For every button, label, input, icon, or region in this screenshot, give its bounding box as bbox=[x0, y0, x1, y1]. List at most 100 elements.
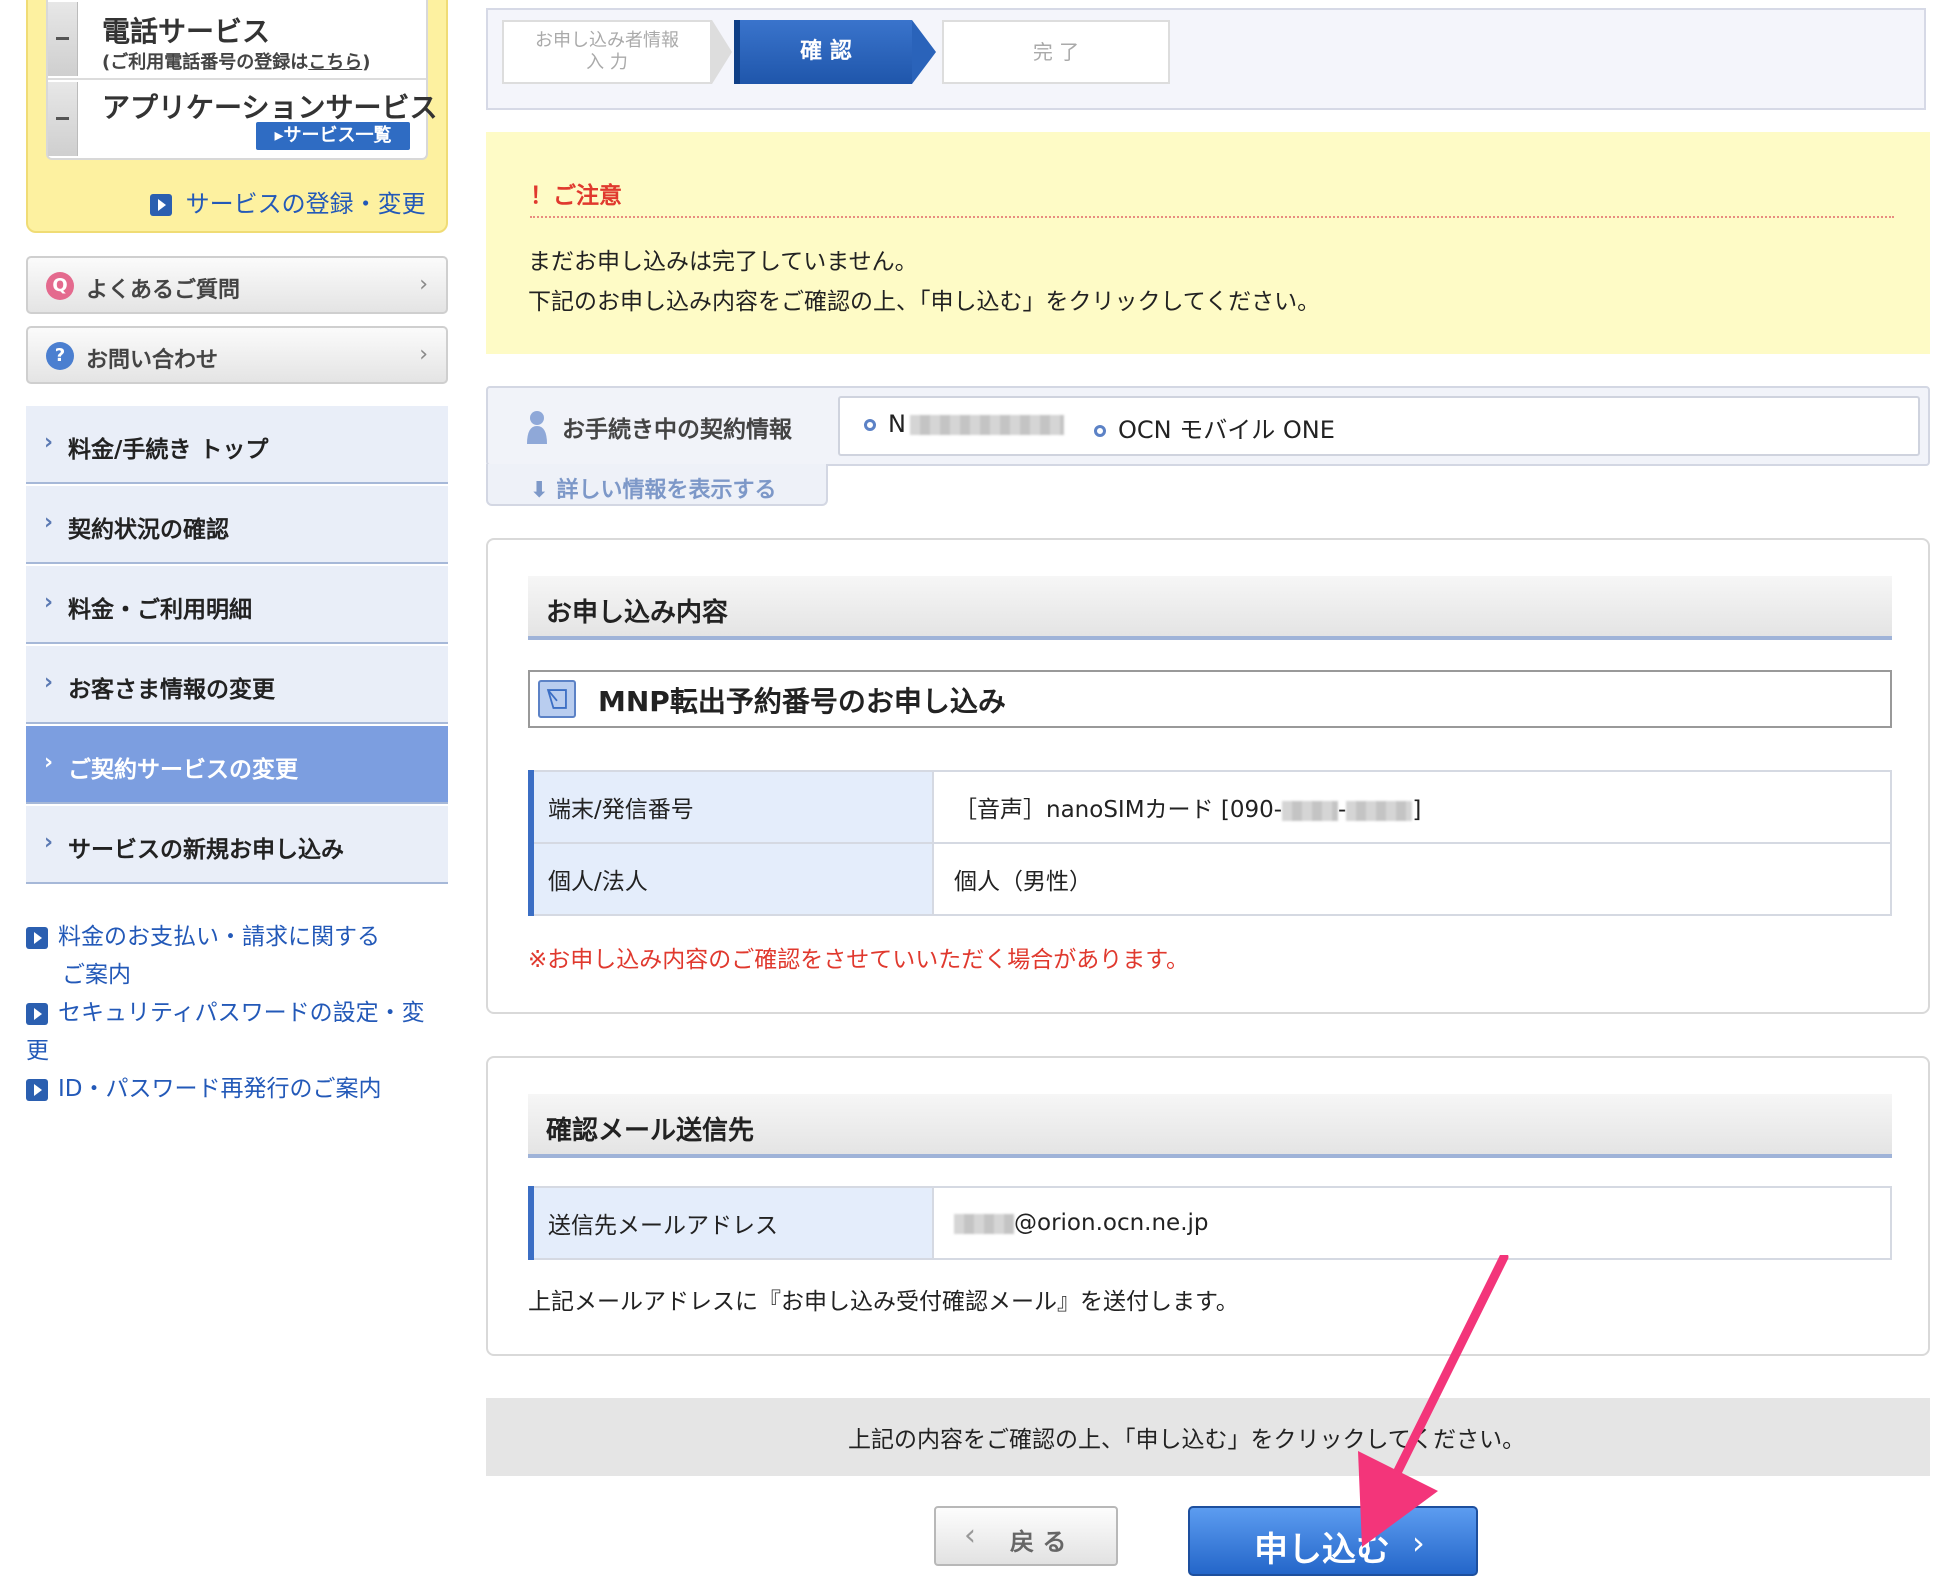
nav-item-label: サービスの新規お申し込み bbox=[68, 837, 344, 863]
contract-id-prefix: N bbox=[888, 410, 906, 438]
redacted-number bbox=[1282, 800, 1339, 821]
step-arrow bbox=[712, 20, 732, 84]
application-heading: お申し込み内容 bbox=[528, 576, 1892, 640]
step-applicant-input: お申し込み者情報 入 力 bbox=[502, 20, 712, 84]
chevron-left-icon: ‹ bbox=[964, 1518, 976, 1553]
phone-service-subtitle-end: ) bbox=[362, 52, 371, 73]
table-label: 端末/発信番号 bbox=[528, 770, 934, 844]
link-text: 更 bbox=[26, 1038, 49, 1064]
link-text: 料金のお支払い・請求に関する bbox=[58, 924, 380, 950]
mail-note: 上記メールアドレスに『お申し込み受付確認メール』を送付します。 bbox=[528, 1289, 1239, 1315]
show-details-link[interactable]: ⬇ 詳しい情報を表示する bbox=[530, 472, 776, 504]
redacted-number bbox=[1346, 800, 1413, 821]
device-number-prefix: ［音声］nanoSIMカード [090- bbox=[954, 797, 1283, 823]
arrow-box-icon bbox=[26, 926, 48, 949]
nav-item-fees-top[interactable]: › 料金/手続き トップ bbox=[26, 406, 448, 484]
nav-item-label: ご契約サービスの変更 bbox=[68, 757, 298, 783]
show-details-label: 詳しい情報を表示する bbox=[556, 478, 777, 503]
step-label: 入 力 bbox=[586, 52, 628, 73]
link-text: ID・パスワード再発行のご案内 bbox=[58, 1076, 382, 1102]
contact-button[interactable]: ? お問い合わせ › bbox=[26, 326, 448, 384]
nav-item-billing-details[interactable]: › 料金・ご利用明細 bbox=[26, 566, 448, 644]
app-service-title: アプリケーションサービス bbox=[102, 91, 438, 124]
app-service-collapse-toggle[interactable] bbox=[48, 82, 78, 156]
arrow-box-icon bbox=[26, 1002, 48, 1025]
security-password-link[interactable]: セキュリティパスワードの設定・変 更 bbox=[26, 994, 425, 1070]
email-domain: @orion.ocn.ne.jp bbox=[1014, 1210, 1209, 1236]
minus-icon bbox=[56, 117, 69, 120]
payment-info-link[interactable]: 料金のお支払い・請求に関する ご案内 bbox=[26, 918, 380, 994]
arrow-box-icon bbox=[150, 194, 172, 216]
question-icon: ? bbox=[46, 342, 74, 370]
step-label: お申し込み者情報 bbox=[535, 30, 679, 51]
nav-item-label: 料金/手続き トップ bbox=[68, 437, 269, 463]
table-row: 送信先メールアドレス @orion.ocn.ne.jp bbox=[528, 1186, 1892, 1260]
table-value: @orion.ocn.ne.jp bbox=[932, 1186, 1892, 1260]
application-table: 端末/発信番号 ［音声］nanoSIMカード [090- -] 個人/法人 個人（… bbox=[528, 770, 1892, 916]
chevron-right-icon: › bbox=[44, 510, 54, 535]
back-button-label: 戻 る bbox=[1010, 1528, 1067, 1556]
contract-plan-name: OCN モバイル ONE bbox=[1118, 416, 1335, 444]
table-label: 個人/法人 bbox=[528, 842, 934, 916]
device-number-separator: - bbox=[1338, 797, 1347, 823]
notice-divider bbox=[530, 216, 1894, 218]
confirmation-warning: ※お申し込み内容のご確認をさせていいただく場合があります。 bbox=[528, 947, 1189, 973]
phone-service-subtitle-text: (ご利用電話番号の登録は bbox=[102, 52, 309, 73]
table-label: 送信先メールアドレス bbox=[528, 1186, 934, 1260]
contract-info-label: お手続き中の契約情報 bbox=[562, 417, 792, 443]
table-row: 個人/法人 個人（男性） bbox=[528, 842, 1892, 916]
mail-heading-text: 確認メール送信先 bbox=[546, 1116, 755, 1146]
notice-line-1: まだお申し込みは完了していません。 bbox=[528, 249, 918, 275]
back-button[interactable]: ‹ 戻 る bbox=[934, 1506, 1118, 1566]
minus-icon bbox=[56, 37, 69, 40]
contact-label: お問い合わせ bbox=[86, 348, 219, 373]
nav-item-contract-status[interactable]: › 契約状況の確認 bbox=[26, 486, 448, 564]
service-divider bbox=[48, 78, 426, 80]
chevron-right-icon: › bbox=[44, 750, 54, 775]
faq-button[interactable]: Q よくあるご質問 › bbox=[26, 256, 448, 314]
nav-item-label: 契約状況の確認 bbox=[68, 517, 229, 543]
mail-heading: 確認メール送信先 bbox=[528, 1094, 1892, 1158]
faq-label: よくあるご質問 bbox=[86, 278, 241, 303]
notice-line-2: 下記のお申し込み内容をご確認の上、「申し込む」をクリックしてください。 bbox=[528, 289, 1321, 315]
application-heading-text: お申し込み内容 bbox=[546, 598, 729, 628]
chevron-right-icon: › bbox=[419, 342, 428, 367]
application-subheading-text: MNP転出予約番号のお申し込み bbox=[598, 685, 1006, 718]
service-register-link-label: サービスの登録・変更 bbox=[185, 190, 426, 218]
link-text: ご案内 bbox=[62, 962, 131, 988]
service-list-button[interactable]: ▸サービス一覧 bbox=[256, 122, 410, 150]
chevron-right-icon: › bbox=[419, 272, 428, 297]
arrow-box-icon bbox=[26, 1078, 48, 1101]
chevron-right-icon: › bbox=[44, 430, 54, 455]
arrow-down-icon: ⬇ bbox=[530, 478, 549, 503]
annotation-arrow-icon bbox=[1358, 1255, 1509, 1547]
phone-service-title: 電話サービス bbox=[102, 15, 271, 48]
phone-register-link[interactable]: こちら bbox=[308, 52, 362, 73]
nav-item-customer-info[interactable]: › お客さま情報の変更 bbox=[26, 646, 448, 724]
nav-item-service-change[interactable]: › ご契約サービスの変更 bbox=[26, 726, 448, 804]
phone-service-subtitle: (ご利用電話番号の登録はこちら) bbox=[102, 48, 370, 74]
chevron-right-icon: › bbox=[44, 670, 54, 695]
bullet-icon bbox=[1094, 425, 1106, 437]
bullet-icon bbox=[864, 419, 876, 431]
contract-id: N bbox=[864, 410, 1064, 438]
document-icon bbox=[538, 680, 576, 718]
chevron-right-icon: › bbox=[44, 590, 54, 615]
mail-table: 送信先メールアドレス @orion.ocn.ne.jp bbox=[528, 1186, 1892, 1260]
nav-item-new-service[interactable]: › サービスの新規お申し込み bbox=[26, 806, 448, 884]
step-complete: 完 了 bbox=[942, 20, 1170, 84]
step-confirm-current: 確 認 bbox=[734, 20, 912, 84]
phone-service-collapse-toggle[interactable] bbox=[48, 2, 78, 76]
person-icon bbox=[527, 411, 547, 444]
redacted-email-user bbox=[954, 1213, 1014, 1234]
redacted-contract-id bbox=[909, 415, 1064, 435]
service-register-link[interactable]: サービスの登録・変更 bbox=[150, 184, 426, 219]
nav-item-label: お客さま情報の変更 bbox=[68, 677, 275, 703]
contract-plan: OCN モバイル ONE bbox=[1094, 410, 1335, 445]
chevron-right-icon: › bbox=[44, 830, 54, 855]
faq-icon: Q bbox=[46, 272, 74, 300]
id-password-reissue-link[interactable]: ID・パスワード再発行のご案内 bbox=[26, 1070, 382, 1108]
table-value: 個人（男性） bbox=[932, 842, 1892, 916]
step-arrow bbox=[912, 20, 936, 84]
nav-item-label: 料金・ご利用明細 bbox=[68, 597, 252, 623]
